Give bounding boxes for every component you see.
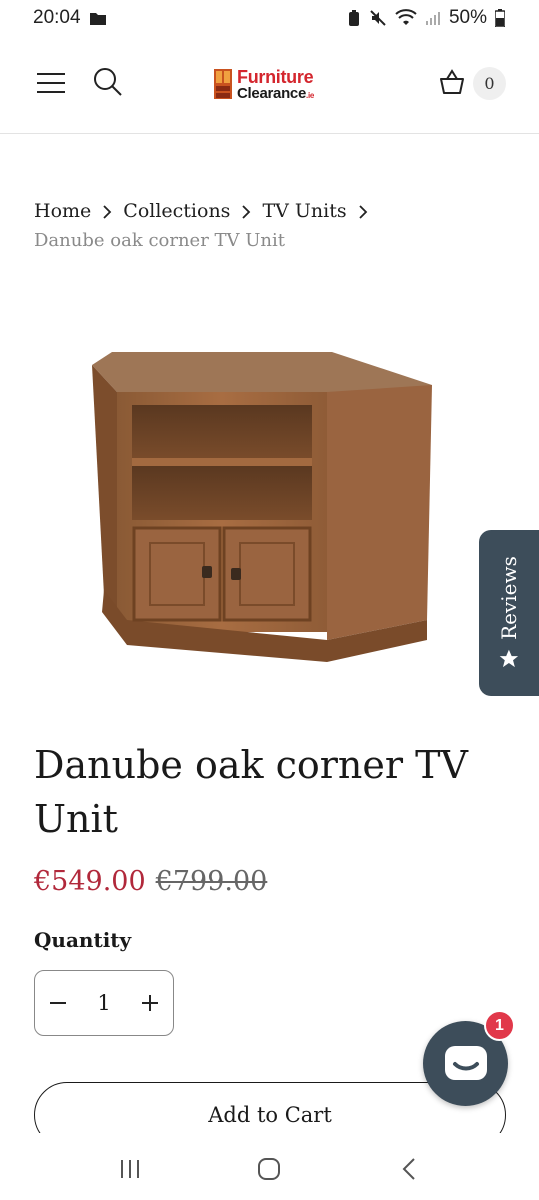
recent-apps-icon <box>120 1160 139 1178</box>
logo-tld: .ie <box>306 90 315 100</box>
battery-percent: 50% <box>448 7 487 28</box>
system-nav-bar <box>0 1138 539 1200</box>
sale-price: €549.00 <box>34 866 146 897</box>
battery-icon <box>495 9 505 27</box>
battery-saver-icon <box>347 9 361 27</box>
cart-count-badge[interactable]: 0 <box>473 67 506 100</box>
mute-icon <box>369 9 387 27</box>
chevron-right-icon <box>358 204 368 219</box>
menu-button[interactable] <box>34 66 68 100</box>
cart-button[interactable] <box>435 64 469 100</box>
logo-text: Furniture Clearance.ie <box>237 68 314 101</box>
breadcrumb-current: Danube oak corner TV Unit <box>34 230 286 251</box>
home-button[interactable] <box>244 1144 294 1194</box>
site-logo[interactable]: Furniture Clearance.ie <box>212 64 332 104</box>
quantity-label: Quantity <box>34 928 132 952</box>
chat-notification-badge: 1 <box>484 1010 515 1041</box>
breadcrumb-collections[interactable]: Collections <box>123 197 230 226</box>
search-icon <box>94 68 122 96</box>
logo-line2: Clearance.ie <box>237 84 315 102</box>
status-left: 20:04 <box>33 7 107 29</box>
status-right: 50% <box>347 7 505 29</box>
back-button[interactable] <box>384 1144 434 1194</box>
product-title: Danube oak corner TV Unit <box>34 743 468 841</box>
quantity-stepper: 1 <box>34 970 174 1036</box>
chevron-right-icon <box>102 204 112 219</box>
breadcrumb-tv-units[interactable]: TV Units <box>262 197 346 226</box>
product-image[interactable] <box>82 340 442 680</box>
hamburger-icon <box>37 73 65 93</box>
folder-icon <box>89 11 107 26</box>
star-icon <box>499 649 519 668</box>
recent-apps-button[interactable] <box>105 1144 155 1194</box>
basket-icon <box>440 69 464 94</box>
reviews-tab[interactable]: Reviews <box>479 530 539 696</box>
signal-icon <box>425 10 441 26</box>
site-header: Furniture Clearance.ie 0 <box>0 36 539 134</box>
chat-icon <box>444 1045 487 1080</box>
breadcrumb: Home Collections TV Units Danube oak cor… <box>34 197 504 255</box>
add-to-cart-label: Add to Cart <box>208 1103 332 1127</box>
status-bar: 20:04 50% <box>0 0 539 36</box>
chevron-right-icon <box>241 204 251 219</box>
status-time: 20:04 <box>33 7 81 28</box>
compare-price: €799.00 <box>155 866 268 897</box>
logo-line1: Furniture <box>237 66 314 87</box>
back-icon <box>402 1158 415 1180</box>
reviews-tab-label: Reviews <box>497 556 521 670</box>
plus-icon <box>142 995 158 1011</box>
increase-quantity-button[interactable] <box>127 971 173 1035</box>
search-button[interactable] <box>90 64 126 100</box>
breadcrumb-home[interactable]: Home <box>34 197 91 226</box>
home-icon <box>258 1158 281 1180</box>
wifi-icon <box>395 9 417 27</box>
minus-icon <box>50 1002 66 1004</box>
breadcrumb-row: Home Collections TV Units <box>34 197 504 226</box>
logo-furniture-icon <box>214 69 232 99</box>
quantity-input[interactable]: 1 <box>97 991 110 1015</box>
decrease-quantity-button[interactable] <box>35 971 81 1035</box>
price-row: €549.00 €799.00 <box>34 866 267 897</box>
